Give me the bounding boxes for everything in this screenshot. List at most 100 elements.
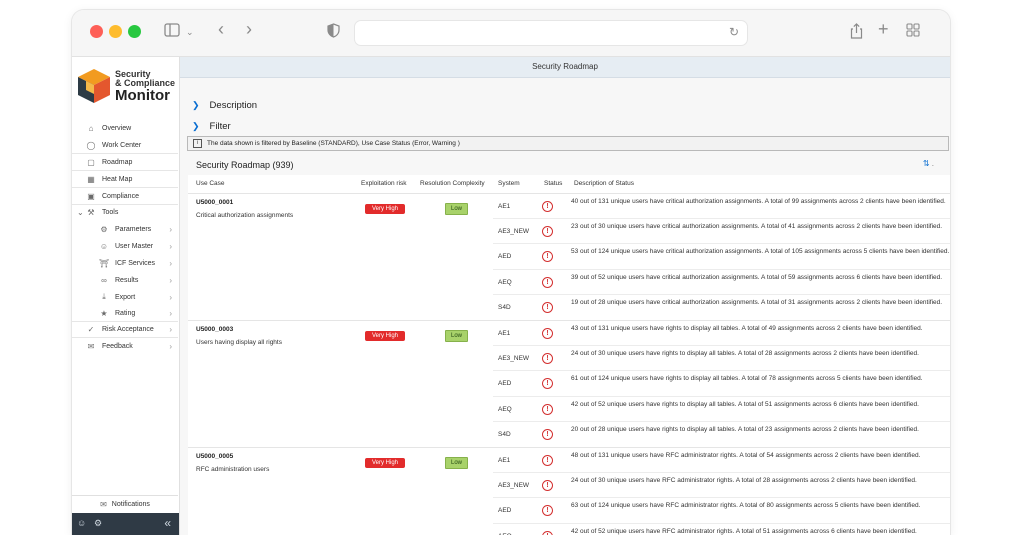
error-status-icon[interactable]: !	[542, 226, 553, 238]
chevron-down-icon[interactable]: ⌄	[77, 208, 84, 217]
sidebar-item-label: Risk Acceptance	[102, 325, 154, 333]
close-window-button[interactable]	[90, 25, 103, 38]
collapse-sidebar-icon[interactable]: «	[164, 516, 171, 530]
table-row[interactable]: AE3_NEW! 24 out of 30 unique users have r…	[493, 346, 950, 372]
sort-icon[interactable]: ⇅ .	[923, 159, 934, 168]
logo-line-3: Monitor	[115, 87, 170, 104]
privacy-shield-icon[interactable]	[327, 23, 340, 42]
filter-section-toggle[interactable]: ❯ Filter	[192, 121, 231, 132]
sidebar-item-results[interactable]: ∞ Results ›	[72, 272, 178, 288]
table-row-group[interactable]: U5000_0003 Users having display all right…	[188, 321, 950, 448]
user-profile-icon[interactable]: ☺	[77, 518, 86, 528]
back-arrow-icon[interactable]: ‹	[218, 20, 224, 38]
table-row[interactable]: AED! 53 out of 124 unique users have crit…	[493, 244, 950, 270]
main-content: Security Roadmap ❯ Description ❯ Filter …	[180, 57, 950, 535]
error-status-icon[interactable]: !	[542, 455, 553, 466]
resolution-complexity-badge: Low	[445, 203, 468, 215]
error-status-icon[interactable]: !	[542, 480, 553, 492]
table-row[interactable]: AEQ! 39 out of 52 unique users have criti…	[493, 270, 950, 295]
table-row[interactable]: S4D! 19 out of 28 unique users have criti…	[493, 295, 950, 320]
column-header-system[interactable]: System	[498, 175, 520, 193]
minimize-window-button[interactable]	[109, 25, 122, 38]
sidebar-item-icf-services[interactable]: ⛩ ICF Services ›	[72, 255, 178, 271]
table-row[interactable]: AEQ!42 out of 52 unique users have RFC a…	[493, 524, 950, 535]
share-icon[interactable]	[850, 23, 863, 43]
column-header-status[interactable]: Status	[544, 175, 562, 193]
error-status-icon[interactable]: !	[542, 276, 553, 288]
reload-icon[interactable]: ↻	[729, 25, 739, 39]
sidebar-item-roadmap[interactable]: ▢ Roadmap	[72, 154, 178, 170]
calendar-icon: ▣	[87, 191, 95, 201]
chevron-right-icon: ❯	[192, 121, 200, 131]
table-row[interactable]: AEQ! 42 out of 52 unique users have right…	[493, 397, 950, 422]
address-bar[interactable]: ↻	[354, 20, 748, 46]
sidebar-toggle-icon[interactable]	[164, 23, 180, 41]
table-row[interactable]: AE1! 43 out of 131 unique users have righ…	[493, 321, 950, 347]
sidebar-item-rating[interactable]: ★ Rating ›	[72, 305, 178, 321]
sidebar-item-work-center[interactable]: ◯ Work Center	[72, 137, 178, 153]
settings-icon[interactable]: ⚙	[94, 518, 102, 529]
download-icon: ⤓	[102, 292, 106, 301]
table-row[interactable]: AED! 63 out of 124 unique users have RFC …	[493, 498, 950, 524]
maximize-window-button[interactable]	[128, 25, 141, 38]
error-status-icon[interactable]: !	[542, 403, 553, 415]
tab-overview-icon[interactable]	[906, 23, 920, 41]
error-status-icon[interactable]: !	[542, 201, 553, 212]
column-header-exploitation-risk[interactable]: Exploitation risk	[361, 175, 407, 193]
sidebar-item-parameters[interactable]: ⚙ Parameters ›	[72, 221, 178, 237]
sidebar-item-export[interactable]: ⤓ Export ›	[72, 289, 178, 305]
sidebar-item-feedback[interactable]: ✉ Feedback ›	[72, 338, 178, 354]
sidebar-item-compliance[interactable]: ▣ Compliance	[72, 188, 178, 204]
new-tab-icon[interactable]: +	[878, 20, 889, 38]
sidebar-item-label: Tools	[102, 208, 119, 216]
status-description: 20 out of 28 unique users have rights to…	[571, 425, 919, 433]
system-rows: AE1! 43 out of 131 unique users have righ…	[493, 321, 950, 447]
error-status-icon[interactable]: !	[542, 301, 553, 313]
status-description: 19 out of 28 unique users have critical …	[571, 298, 943, 306]
sidebar-item-label: Heat Map	[102, 175, 133, 183]
description-section-toggle[interactable]: ❯ Description	[192, 100, 257, 111]
sidebar-item-heat-map[interactable]: ▦ Heat Map	[72, 171, 178, 187]
error-status-icon[interactable]: !	[542, 328, 553, 339]
resolution-complexity-badge: Low	[445, 330, 468, 342]
glasses-icon: ∞	[101, 275, 107, 285]
chevron-down-icon[interactable]: ⌄	[186, 23, 194, 41]
table-row[interactable]: AED! 61 out of 124 unique users have righ…	[493, 371, 950, 397]
sidebar-item-user-master[interactable]: ☺ User Master ›	[72, 238, 178, 254]
sidebar-item-tools[interactable]: ⌄ ⚒ Tools	[72, 204, 178, 220]
gear-icon: ⚙	[100, 224, 108, 234]
system-rows: AE1! 48 out of 131 unique users have RFC …	[493, 448, 950, 535]
error-status-icon[interactable]: !	[542, 505, 553, 517]
sidebar-item-label: Roadmap	[102, 158, 133, 166]
system-cell: S4D	[498, 430, 511, 438]
column-header-resolution-complexity[interactable]: Resolution Complexity	[420, 175, 485, 193]
table-row[interactable]: AE3_NEW! 23 out of 30 unique users have c…	[493, 219, 950, 245]
table-row-group[interactable]: U5000_0005 RFC administration users Very H…	[188, 448, 950, 535]
sidebar-item-overview[interactable]: ⌂ Overview	[72, 120, 178, 136]
error-status-icon[interactable]: !	[542, 428, 553, 440]
table-row[interactable]: AE3_NEW! 24 out of 30 unique users have R…	[493, 473, 950, 499]
sidebar-item-label: User Master	[115, 242, 154, 250]
error-status-icon[interactable]: !	[542, 353, 553, 365]
use-case-id: U5000_0005	[196, 453, 234, 460]
forward-arrow-icon[interactable]: ›	[246, 20, 252, 38]
globe-icon: ◯	[86, 140, 96, 150]
table-row[interactable]: S4D! 20 out of 28 unique users have right…	[493, 422, 950, 447]
wrench-icon: ⚒	[87, 207, 95, 217]
table-row[interactable]: AE1! 48 out of 131 unique users have RFC …	[493, 448, 950, 474]
column-header-use-case[interactable]: Use Case	[196, 175, 225, 193]
table-row-group[interactable]: U5000_0001 Critical authorization assignm…	[188, 194, 950, 321]
sidebar-item-label: Feedback	[102, 342, 133, 350]
notifications-button[interactable]: ✉ Notifications	[72, 495, 178, 513]
page-header: Security Roadmap	[180, 57, 950, 78]
column-header-description[interactable]: Description of Status	[574, 175, 634, 193]
chevron-right-icon: ›	[169, 292, 172, 302]
error-status-icon[interactable]: !	[542, 378, 553, 390]
system-cell: S4D	[498, 303, 511, 311]
app-container: Security & Compliance Monitor ⌂ Overview…	[72, 57, 950, 535]
sidebar-item-risk-acceptance[interactable]: ✓ Risk Acceptance ›	[72, 321, 178, 337]
error-status-icon[interactable]: !	[542, 251, 553, 263]
error-status-icon[interactable]: !	[542, 530, 553, 535]
table-row[interactable]: AE1! 40 out of 131 unique users have crit…	[493, 194, 950, 220]
sidebar-item-label: Rating	[115, 309, 136, 317]
